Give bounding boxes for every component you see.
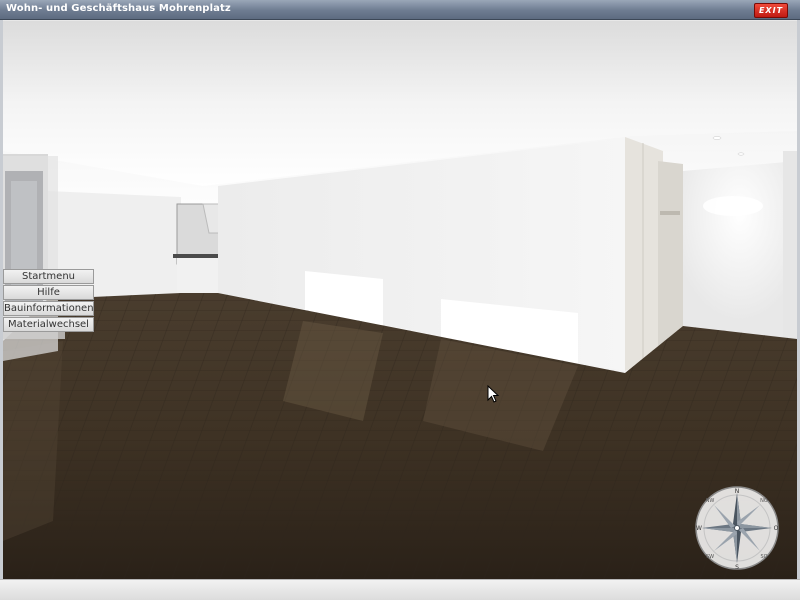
3d-viewport[interactable] <box>3 21 797 579</box>
interior-scene <box>3 21 797 579</box>
compass-label-sw: SW <box>706 554 714 560</box>
compass-label-o: O <box>774 525 779 532</box>
title-bar: Wohn- und Geschäftshaus Mohrenplatz EXIT <box>0 0 800 20</box>
exit-button[interactable]: EXIT <box>754 3 788 18</box>
mouse-cursor-icon <box>487 385 500 403</box>
compass-label-nw: NW <box>706 498 715 504</box>
menu-item-hilfe[interactable]: Hilfe <box>3 285 94 300</box>
compass-rose-icon: N S O W NW NO SW SO <box>695 486 779 571</box>
menu-item-startmenu[interactable]: Startmenu <box>3 269 94 284</box>
compass-label-n: N <box>735 488 740 495</box>
bottom-frame <box>0 579 800 600</box>
side-menu: Startmenu Hilfe Bauinformationen Materia… <box>3 269 94 333</box>
compass-label-no: NO <box>760 498 768 504</box>
compass-widget[interactable]: N S O W NW NO SW SO <box>694 485 780 571</box>
menu-item-materialwechsel[interactable]: Materialwechsel <box>3 317 94 332</box>
window-title: Wohn- und Geschäftshaus Mohrenplatz <box>6 3 231 14</box>
compass-label-so: SO <box>760 554 767 560</box>
menu-item-bauinformationen[interactable]: Bauinformationen <box>3 301 94 316</box>
compass-label-s: S <box>735 564 739 571</box>
compass-label-w: W <box>696 525 702 532</box>
